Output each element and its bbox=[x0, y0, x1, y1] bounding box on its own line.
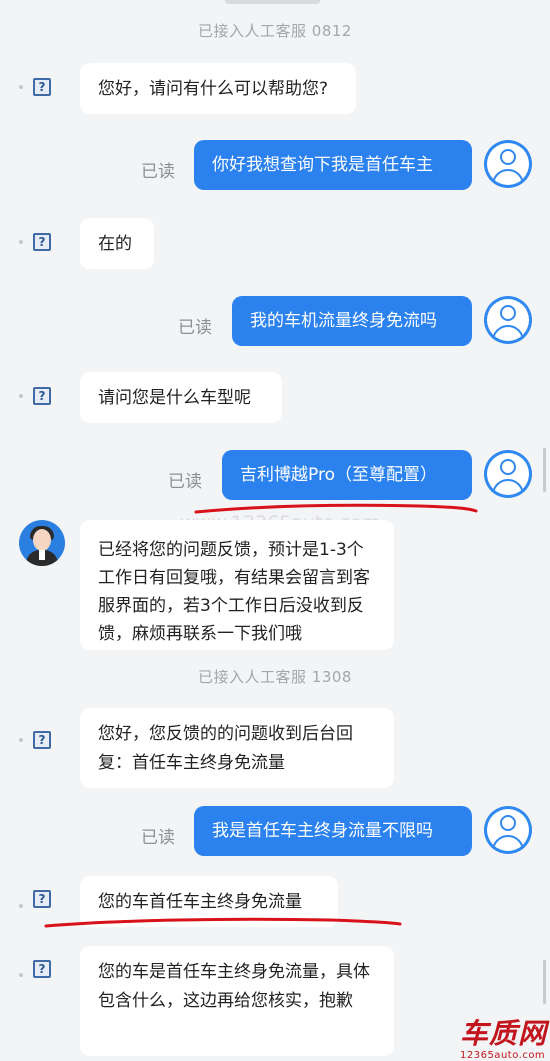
user-avatar-icon bbox=[484, 806, 532, 854]
agent-message: 您的车是首任车主终身免流量，具体包含什么，这边再给您核实，抱歉 bbox=[80, 946, 394, 1056]
question-icon: ? bbox=[33, 890, 51, 908]
user-message: 吉利博越Pro（至尊配置） bbox=[222, 450, 472, 500]
read-receipt: 已读 bbox=[141, 828, 175, 848]
avatar-dot bbox=[19, 85, 23, 89]
scrollbar-track-mark bbox=[543, 960, 546, 1004]
user-avatar-icon bbox=[484, 140, 532, 188]
question-icon: ? bbox=[33, 387, 51, 405]
user-message: 我是首任车主终身流量不限吗 bbox=[194, 806, 472, 856]
avatar-dot bbox=[19, 240, 23, 244]
agent-message: 您好，您反馈的的问题收到后台回复：首任车主终身免流量 bbox=[80, 708, 394, 788]
user-avatar-icon bbox=[484, 450, 532, 498]
user-message: 我的车机流量终身免流吗 bbox=[232, 296, 472, 346]
agent-avatar-icon bbox=[19, 520, 65, 566]
system-message: 已接入人工客服 0812 bbox=[198, 22, 352, 40]
question-icon: ? bbox=[33, 233, 51, 251]
agent-message: 您好，请问有什么可以帮助您? bbox=[80, 63, 356, 114]
scrollbar-thumb[interactable] bbox=[543, 448, 546, 492]
read-receipt: 已读 bbox=[178, 318, 212, 338]
avatar-dot bbox=[19, 904, 23, 908]
system-message: 已接入人工客服 1308 bbox=[198, 668, 352, 686]
avatar-dot bbox=[19, 394, 23, 398]
agent-message: 已经将您的问题反馈，预计是1-3个工作日有回复哦，有结果会留言到客服界面的，若3… bbox=[80, 520, 394, 650]
avatar-dot bbox=[19, 738, 23, 742]
question-icon: ? bbox=[33, 78, 51, 96]
user-avatar-icon bbox=[484, 296, 532, 344]
question-icon: ? bbox=[33, 960, 51, 978]
site-logo: 车质网 12365auto.com bbox=[460, 1017, 548, 1061]
avatar-dot bbox=[19, 973, 23, 977]
agent-message: 您的车首任车主终身免流量 bbox=[80, 876, 338, 927]
agent-message: 请问您是什么车型呢 bbox=[80, 372, 282, 423]
agent-message: 在的 bbox=[80, 218, 154, 269]
user-message: 你好我想查询下我是首任车主 bbox=[194, 140, 472, 190]
read-receipt: 已读 bbox=[141, 162, 175, 182]
top-bar-edge bbox=[225, 0, 320, 4]
read-receipt: 已读 bbox=[168, 472, 202, 492]
question-icon: ? bbox=[33, 731, 51, 749]
underline-model bbox=[194, 503, 478, 514]
